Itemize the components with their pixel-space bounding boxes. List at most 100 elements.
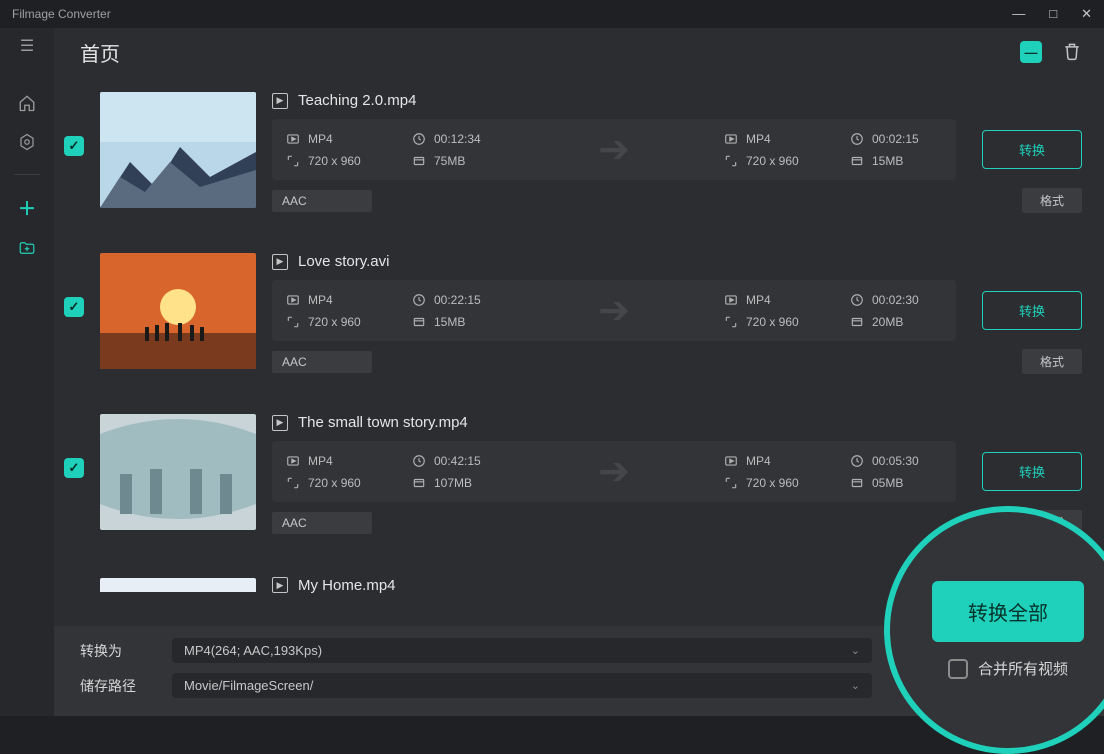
list-item: ✓ ▶ The small town story.mp4 MP4 [64,414,1082,535]
dst-size: 15MB [872,154,903,168]
add-folder-icon[interactable] [18,239,36,260]
app-title: Filmage Converter [12,7,111,21]
clock-icon [412,293,426,307]
convert-to-value: MP4(264; AAC,193Kps) [184,643,322,658]
dst-duration: 00:02:15 [872,132,919,146]
thumbnail[interactable] [100,414,256,530]
convert-all-button[interactable]: 转换全部 [932,581,1084,642]
video-icon [286,132,300,146]
format-tag[interactable]: 格式 [1022,349,1082,374]
item-checkbox[interactable]: ✓ [64,297,84,317]
src-resolution: 720 x 960 [308,476,361,490]
clock-icon [850,132,864,146]
audio-codec-tag[interactable]: AAC [272,512,372,534]
src-size: 107MB [434,476,472,490]
dst-size: 05MB [872,476,903,490]
audio-codec-tag[interactable]: AAC [272,351,372,373]
dimensions-icon [286,315,300,329]
item-checkbox[interactable]: ✓ [64,458,84,478]
topbar: 首页 — [54,28,1104,76]
audio-codec-tag[interactable]: AAC [272,190,372,212]
menu-icon[interactable]: ☰ [20,36,34,56]
minimize-icon[interactable]: — [1012,6,1025,22]
size-icon [850,154,864,168]
dimensions-icon [724,476,738,490]
convert-to-select[interactable]: MP4(264; AAC,193Kps) ⌄ [172,638,872,663]
deselect-all-button[interactable]: — [1020,41,1042,63]
src-duration: 00:12:34 [434,132,481,146]
src-format: MP4 [308,454,333,468]
src-resolution: 720 x 960 [308,315,361,329]
save-path-value: Movie/FilmageScreen/ [184,678,313,693]
list-item: ✓ ▶ Teaching 2.0.mp4 MP4 [64,92,1082,213]
size-icon [412,476,426,490]
chevron-down-icon: ⌄ [851,644,860,657]
size-icon [412,154,426,168]
arrow-icon: ➔ [504,449,724,494]
src-resolution: 720 x 960 [308,154,361,168]
page-title: 首页 [80,38,120,67]
dst-resolution: 720 x 960 [746,315,799,329]
sidebar: ☰ ＋ [0,28,54,716]
list-item: ✓ ▶ Love story.avi MP4 7 [64,253,1082,374]
video-icon [286,293,300,307]
video-icon [286,454,300,468]
save-path-label: 储存路径 [80,676,150,696]
video-icon [724,293,738,307]
dst-resolution: 720 x 960 [746,476,799,490]
src-size: 15MB [434,315,465,329]
play-icon[interactable]: ▶ [272,415,288,431]
thumbnail[interactable] [100,92,256,208]
settings-icon[interactable] [18,133,36,154]
src-format: MP4 [308,293,333,307]
save-path-select[interactable]: Movie/FilmageScreen/ ⌄ [172,673,872,698]
dst-duration: 00:05:30 [872,454,919,468]
thumbnail[interactable] [100,578,256,592]
clock-icon [412,454,426,468]
dst-format: MP4 [746,454,771,468]
arrow-icon: ➔ [504,127,724,172]
format-tag[interactable]: 格式 [1022,188,1082,213]
src-duration: 00:22:15 [434,293,481,307]
clock-icon [412,132,426,146]
file-name: The small town story.mp4 [298,414,468,431]
src-duration: 00:42:15 [434,454,481,468]
dimensions-icon [724,315,738,329]
dimensions-icon [286,154,300,168]
merge-label: 合并所有视频 [978,658,1068,679]
home-icon[interactable] [18,94,36,115]
window-controls: — □ ✕ [1012,6,1092,22]
chevron-down-icon: ⌄ [851,679,860,692]
dst-format: MP4 [746,132,771,146]
convert-button[interactable]: 转换 [982,291,1082,330]
arrow-icon: ➔ [504,288,724,333]
merge-checkbox[interactable] [948,659,968,679]
add-file-icon[interactable]: ＋ [18,195,36,221]
titlebar: Filmage Converter — □ ✕ [0,0,1104,28]
play-icon[interactable]: ▶ [272,93,288,109]
close-icon[interactable]: ✕ [1081,6,1092,22]
maximize-icon[interactable]: □ [1049,6,1057,22]
src-size: 75MB [434,154,465,168]
size-icon [850,315,864,329]
dst-duration: 00:02:30 [872,293,919,307]
clock-icon [850,454,864,468]
clock-icon [850,293,864,307]
play-icon[interactable]: ▶ [272,254,288,270]
item-checkbox[interactable]: ✓ [64,136,84,156]
convert-button[interactable]: 转换 [982,452,1082,491]
dst-resolution: 720 x 960 [746,154,799,168]
size-icon [412,315,426,329]
dimensions-icon [286,476,300,490]
video-icon [724,454,738,468]
file-name: Teaching 2.0.mp4 [298,92,416,109]
convert-button[interactable]: 转换 [982,130,1082,169]
dimensions-icon [724,154,738,168]
dst-size: 20MB [872,315,903,329]
thumbnail[interactable] [100,253,256,369]
convert-to-label: 转换为 [80,641,150,661]
file-name: Love story.avi [298,253,389,270]
play-icon[interactable]: ▶ [272,577,288,593]
video-icon [724,132,738,146]
delete-icon[interactable] [1062,41,1082,64]
